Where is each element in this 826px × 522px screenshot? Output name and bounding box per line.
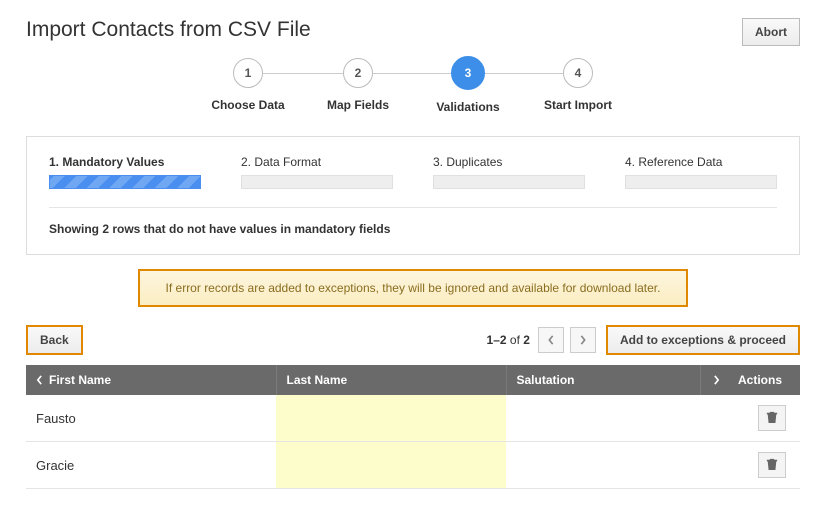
table-cell: Gracie [26, 442, 276, 489]
page-title: Import Contacts from CSV File [26, 18, 311, 42]
pager-prev-button[interactable] [538, 327, 564, 353]
actions-cell [700, 442, 800, 489]
pager-next-button[interactable] [570, 327, 596, 353]
validation-panel: 1. Mandatory Values 2. Data Format 3. Dupl… [26, 136, 800, 255]
table-cell [276, 395, 506, 442]
column-header-actions: Actions [700, 365, 800, 395]
chevron-right-icon [579, 333, 587, 348]
back-button[interactable]: Back [26, 325, 83, 355]
pager: 1–2 of 2 [487, 327, 596, 353]
wizard-step-label: Start Import [544, 98, 612, 112]
status-text: Showing 2 rows that do not have values i… [49, 222, 777, 236]
subtab-progress-bar [433, 175, 585, 189]
trash-icon [766, 457, 778, 474]
chevron-right-icon[interactable] [713, 375, 720, 385]
subtab-label: 2. Data Format [241, 155, 393, 169]
column-header-last-name[interactable]: Last Name [276, 365, 506, 395]
validation-subtab-4[interactable]: 4. Reference Data [625, 155, 777, 189]
column-header-salutation[interactable]: Salutation [506, 365, 700, 395]
wizard-step-2[interactable]: 2 Map Fields [303, 58, 413, 112]
abort-button[interactable]: Abort [742, 18, 800, 46]
pager-range: 1–2 of 2 [487, 333, 530, 347]
add-exceptions-proceed-button[interactable]: Add to exceptions & proceed [606, 325, 800, 355]
wizard-step-circle: 2 [343, 58, 373, 88]
wizard-step-label: Map Fields [327, 98, 389, 112]
table-cell: Fausto [26, 395, 276, 442]
wizard-step-1[interactable]: 1 Choose Data [193, 58, 303, 112]
notice-banner: If error records are added to exceptions… [138, 269, 689, 307]
chevron-left-icon [547, 333, 555, 348]
table-row: Fausto [26, 395, 800, 442]
subtab-progress-bar [625, 175, 777, 189]
subtab-progress-bar [49, 175, 201, 189]
table-cell [506, 442, 700, 489]
wizard-step-3[interactable]: 3 Validations [413, 58, 523, 114]
wizard-step-label: Validations [436, 100, 499, 114]
table-cell [506, 395, 700, 442]
validation-subtab-1[interactable]: 1. Mandatory Values [49, 155, 201, 189]
wizard-step-label: Choose Data [211, 98, 284, 112]
actions-cell [700, 395, 800, 442]
data-table: First Name Last Name Salutation Actions [26, 365, 800, 489]
wizard-step-4[interactable]: 4 Start Import [523, 58, 633, 112]
validation-subtab-2[interactable]: 2. Data Format [241, 155, 393, 189]
validation-subtab-3[interactable]: 3. Duplicates [433, 155, 585, 189]
column-header-first-name[interactable]: First Name [26, 365, 276, 395]
wizard-step-circle: 1 [233, 58, 263, 88]
delete-row-button[interactable] [758, 452, 786, 478]
wizard-steps: 1 Choose Data 2 Map Fields 3 Validations 4 Star… [26, 58, 800, 114]
table-cell [276, 442, 506, 489]
wizard-step-circle: 4 [563, 58, 593, 88]
trash-icon [766, 410, 778, 427]
delete-row-button[interactable] [758, 405, 786, 431]
subtab-progress-bar [241, 175, 393, 189]
wizard-step-circle: 3 [451, 56, 485, 90]
chevron-left-icon [36, 375, 43, 385]
subtab-label: 4. Reference Data [625, 155, 777, 169]
subtab-label: 3. Duplicates [433, 155, 585, 169]
subtab-label: 1. Mandatory Values [49, 155, 201, 169]
table-row: Gracie [26, 442, 800, 489]
